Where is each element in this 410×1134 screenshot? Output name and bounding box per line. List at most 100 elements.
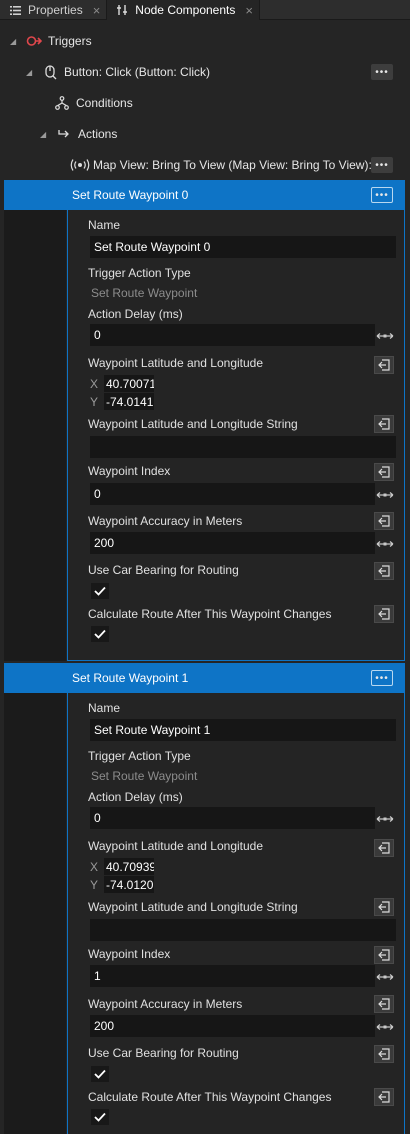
y-axis-label: Y [90, 394, 99, 409]
bind-property-button[interactable] [374, 415, 394, 433]
tree-item-label: Conditions [76, 96, 133, 110]
tab-properties-label: Properties [28, 3, 83, 17]
indent-gutter [4, 210, 66, 661]
tab-node-components[interactable]: Node Components × [107, 0, 260, 20]
x-axis-label: X [90, 376, 99, 391]
drag-value-arrows-icon[interactable] [376, 331, 394, 341]
car-bearing-label: Use Car Bearing for Routing [88, 563, 239, 577]
waypoint-properties-panel: Name Set Route Waypoint 1 Trigger Action… [67, 693, 405, 1134]
waypoint-properties-panel: Name Set Route Waypoint 0 Trigger Action… [67, 210, 405, 661]
more-options-button[interactable]: ••• [371, 157, 393, 173]
bind-property-button[interactable] [374, 898, 394, 916]
close-icon[interactable]: × [245, 3, 253, 18]
car-bearing-label: Use Car Bearing for Routing [88, 1046, 239, 1060]
close-icon[interactable]: × [93, 3, 101, 18]
lat-lng-string-input[interactable] [90, 919, 396, 941]
trigger-action-type-value: Set Route Waypoint [91, 286, 198, 300]
longitude-field[interactable]: Y -74.0141 [90, 393, 154, 410]
bind-property-button[interactable] [374, 1088, 394, 1106]
lat-lng-string-label: Waypoint Latitude and Longitude String [88, 900, 298, 914]
tree-item-conditions[interactable]: Conditions [0, 94, 410, 112]
node-components-icon [115, 3, 129, 17]
tree-item-actions[interactable]: ◢ Actions [0, 125, 410, 143]
latitude-field[interactable]: X 40.70071 [90, 375, 154, 392]
tree-item-triggers[interactable]: ◢ Triggers [0, 32, 410, 50]
expand-triangle-icon[interactable]: ◢ [26, 68, 34, 77]
broadcast-icon [70, 157, 90, 173]
calc-route-label: Calculate Route After This Waypoint Chan… [88, 607, 332, 621]
more-options-button[interactable]: ••• [371, 670, 393, 686]
actions-icon [56, 126, 72, 142]
drag-value-arrows-icon[interactable] [376, 539, 394, 549]
trigger-icon [26, 33, 42, 49]
action-delay-label: Action Delay (ms) [88, 790, 183, 804]
lat-lng-label: Waypoint Latitude and Longitude [88, 356, 264, 370]
waypoint-header[interactable]: Set Route Waypoint 0 ••• [4, 180, 405, 210]
trigger-action-type-label: Trigger Action Type [88, 266, 191, 280]
waypoint-title: Set Route Waypoint 0 [72, 188, 189, 202]
accuracy-input[interactable]: 200 [90, 1015, 375, 1037]
name-label: Name [88, 701, 121, 715]
action-delay-label: Action Delay (ms) [88, 307, 183, 321]
more-options-button[interactable]: ••• [371, 64, 393, 80]
bind-property-button[interactable] [374, 356, 394, 374]
longitude-value[interactable]: -74.0120 [104, 876, 154, 893]
index-input[interactable]: 0 [90, 483, 375, 505]
drag-value-arrows-icon[interactable] [376, 814, 394, 824]
y-axis-label: Y [90, 877, 99, 892]
tab-node-components-label: Node Components [135, 3, 236, 17]
drag-value-arrows-icon[interactable] [376, 972, 394, 982]
bind-property-button[interactable] [374, 605, 394, 623]
indent-gutter [4, 693, 66, 1134]
longitude-value[interactable]: -74.0141 [104, 393, 154, 410]
expand-triangle-icon[interactable]: ◢ [40, 130, 48, 139]
latitude-field[interactable]: X 40.70939 [90, 858, 154, 875]
conditions-icon [54, 95, 70, 111]
trigger-action-type-value: Set Route Waypoint [91, 769, 198, 783]
tree-item-label: Triggers [48, 34, 92, 48]
lat-lng-label: Waypoint Latitude and Longitude [88, 839, 264, 853]
tree-item-label: Button: Click (Button: Click) [64, 65, 211, 79]
name-label: Name [88, 218, 121, 232]
latitude-value[interactable]: 40.70071 [104, 375, 154, 392]
name-input[interactable]: Set Route Waypoint 1 [90, 719, 396, 741]
bind-property-button[interactable] [374, 1045, 394, 1063]
action-delay-input[interactable]: 0 [90, 324, 375, 346]
action-delay-input[interactable]: 0 [90, 807, 375, 829]
calc-route-label: Calculate Route After This Waypoint Chan… [88, 1090, 332, 1104]
tree-item-button-click[interactable]: ◢ Button: Click (Button: Click) ••• [0, 62, 410, 82]
drag-value-arrows-icon[interactable] [376, 1022, 394, 1032]
bind-property-button[interactable] [374, 463, 394, 481]
tree-item-label: Map View: Bring To View (Map View: Bring… [93, 158, 372, 172]
tab-bar: Properties × Node Components × [0, 0, 410, 20]
tree-item-map-view-action[interactable]: Map View: Bring To View (Map View: Bring… [0, 155, 410, 175]
name-input[interactable]: Set Route Waypoint 0 [90, 236, 396, 258]
bind-property-button[interactable] [374, 512, 394, 530]
list-icon [8, 3, 22, 17]
latitude-value[interactable]: 40.70939 [104, 858, 154, 875]
tab-properties[interactable]: Properties × [0, 0, 108, 20]
bind-property-button[interactable] [374, 946, 394, 964]
lat-lng-string-label: Waypoint Latitude and Longitude String [88, 417, 298, 431]
tree-item-label: Actions [78, 127, 118, 141]
expand-triangle-icon[interactable]: ◢ [10, 37, 18, 46]
drag-value-arrows-icon[interactable] [376, 490, 394, 500]
accuracy-input[interactable]: 200 [90, 532, 375, 554]
lat-lng-string-input[interactable] [90, 436, 396, 458]
car-bearing-checkbox[interactable] [91, 1066, 109, 1082]
accuracy-label: Waypoint Accuracy in Meters [88, 514, 243, 528]
index-label: Waypoint Index [88, 947, 171, 961]
bind-property-button[interactable] [374, 839, 394, 857]
longitude-field[interactable]: Y -74.0120 [90, 876, 154, 893]
bind-property-button[interactable] [374, 562, 394, 580]
trigger-action-type-label: Trigger Action Type [88, 749, 191, 763]
waypoint-header[interactable]: Set Route Waypoint 1 ••• [4, 663, 405, 693]
waypoint-title: Set Route Waypoint 1 [72, 671, 189, 685]
index-input[interactable]: 1 [90, 965, 375, 987]
bind-property-button[interactable] [374, 995, 394, 1013]
mouse-click-icon [42, 64, 58, 80]
car-bearing-checkbox[interactable] [91, 583, 109, 599]
more-options-button[interactable]: ••• [371, 187, 393, 203]
calc-route-checkbox[interactable] [91, 626, 109, 642]
calc-route-checkbox[interactable] [91, 1109, 109, 1125]
